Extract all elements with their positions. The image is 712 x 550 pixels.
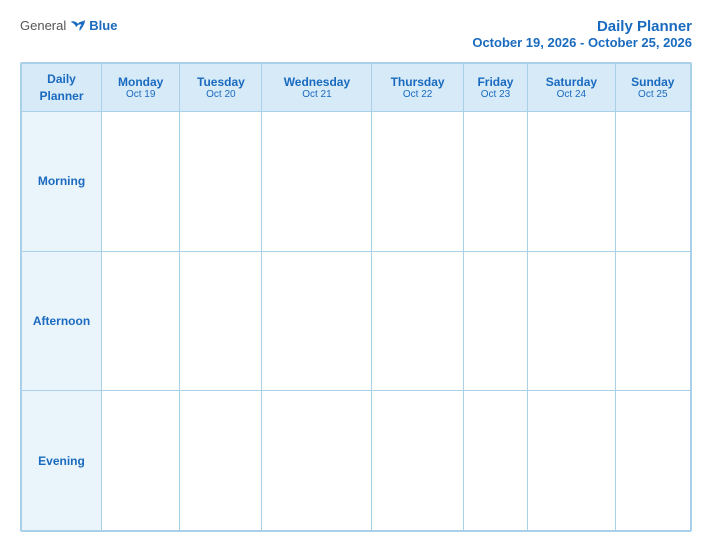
morning-thursday-cell[interactable] [372, 112, 463, 252]
wednesday-label: Wednesday [265, 75, 368, 89]
monday-label: Monday [105, 75, 176, 89]
col-header-sunday: Sunday Oct 25 [615, 64, 690, 112]
logo-text: General Blue [20, 18, 117, 33]
afternoon-label: Afternoon [22, 251, 102, 391]
morning-tuesday-cell[interactable] [180, 112, 262, 252]
monday-date: Oct 19 [105, 89, 176, 100]
col-header-tuesday: Tuesday Oct 20 [180, 64, 262, 112]
calendar-wrapper: DailyPlanner Monday Oct 19 Tuesday Oct 2… [20, 62, 692, 532]
afternoon-monday-cell[interactable] [102, 251, 180, 391]
header: General Blue Daily Planner October 19, 2… [20, 18, 692, 50]
saturday-label: Saturday [531, 75, 611, 89]
logo-blue-text: Blue [89, 18, 117, 33]
logo-general-text: General [20, 18, 66, 33]
title-area: Daily Planner October 19, 2026 - October… [472, 18, 692, 50]
col-header-daily-planner: DailyPlanner [22, 64, 102, 112]
sunday-label: Sunday [619, 75, 687, 89]
tuesday-label: Tuesday [183, 75, 258, 89]
col-header-monday: Monday Oct 19 [102, 64, 180, 112]
morning-saturday-cell[interactable] [528, 112, 615, 252]
afternoon-sunday-cell[interactable] [615, 251, 690, 391]
evening-thursday-cell[interactable] [372, 391, 463, 531]
afternoon-friday-cell[interactable] [463, 251, 527, 391]
header-row: DailyPlanner Monday Oct 19 Tuesday Oct 2… [22, 64, 691, 112]
evening-wednesday-cell[interactable] [262, 391, 372, 531]
evening-monday-cell[interactable] [102, 391, 180, 531]
wednesday-date: Oct 21 [265, 89, 368, 100]
sunday-date: Oct 25 [619, 89, 687, 100]
morning-sunday-cell[interactable] [615, 112, 690, 252]
page: General Blue Daily Planner October 19, 2… [0, 0, 712, 550]
calendar-table: DailyPlanner Monday Oct 19 Tuesday Oct 2… [21, 63, 691, 531]
evening-sunday-cell[interactable] [615, 391, 690, 531]
evening-row: Evening [22, 391, 691, 531]
header-label-text: DailyPlanner [26, 71, 97, 105]
evening-saturday-cell[interactable] [528, 391, 615, 531]
evening-label: Evening [22, 391, 102, 531]
morning-label: Morning [22, 112, 102, 252]
saturday-date: Oct 24 [531, 89, 611, 100]
col-header-wednesday: Wednesday Oct 21 [262, 64, 372, 112]
thursday-label: Thursday [375, 75, 459, 89]
morning-monday-cell[interactable] [102, 112, 180, 252]
morning-friday-cell[interactable] [463, 112, 527, 252]
logo-area: General Blue [20, 18, 117, 33]
title-sub: October 19, 2026 - October 25, 2026 [472, 35, 692, 50]
col-header-saturday: Saturday Oct 24 [528, 64, 615, 112]
title-main: Daily Planner [472, 18, 692, 35]
friday-date: Oct 23 [467, 89, 524, 100]
friday-label: Friday [467, 75, 524, 89]
thursday-date: Oct 22 [375, 89, 459, 100]
logo-bird-icon [69, 19, 87, 33]
afternoon-saturday-cell[interactable] [528, 251, 615, 391]
morning-wednesday-cell[interactable] [262, 112, 372, 252]
afternoon-row: Afternoon [22, 251, 691, 391]
tuesday-date: Oct 20 [183, 89, 258, 100]
evening-tuesday-cell[interactable] [180, 391, 262, 531]
afternoon-tuesday-cell[interactable] [180, 251, 262, 391]
afternoon-thursday-cell[interactable] [372, 251, 463, 391]
col-header-thursday: Thursday Oct 22 [372, 64, 463, 112]
morning-row: Morning [22, 112, 691, 252]
afternoon-wednesday-cell[interactable] [262, 251, 372, 391]
evening-friday-cell[interactable] [463, 391, 527, 531]
col-header-friday: Friday Oct 23 [463, 64, 527, 112]
